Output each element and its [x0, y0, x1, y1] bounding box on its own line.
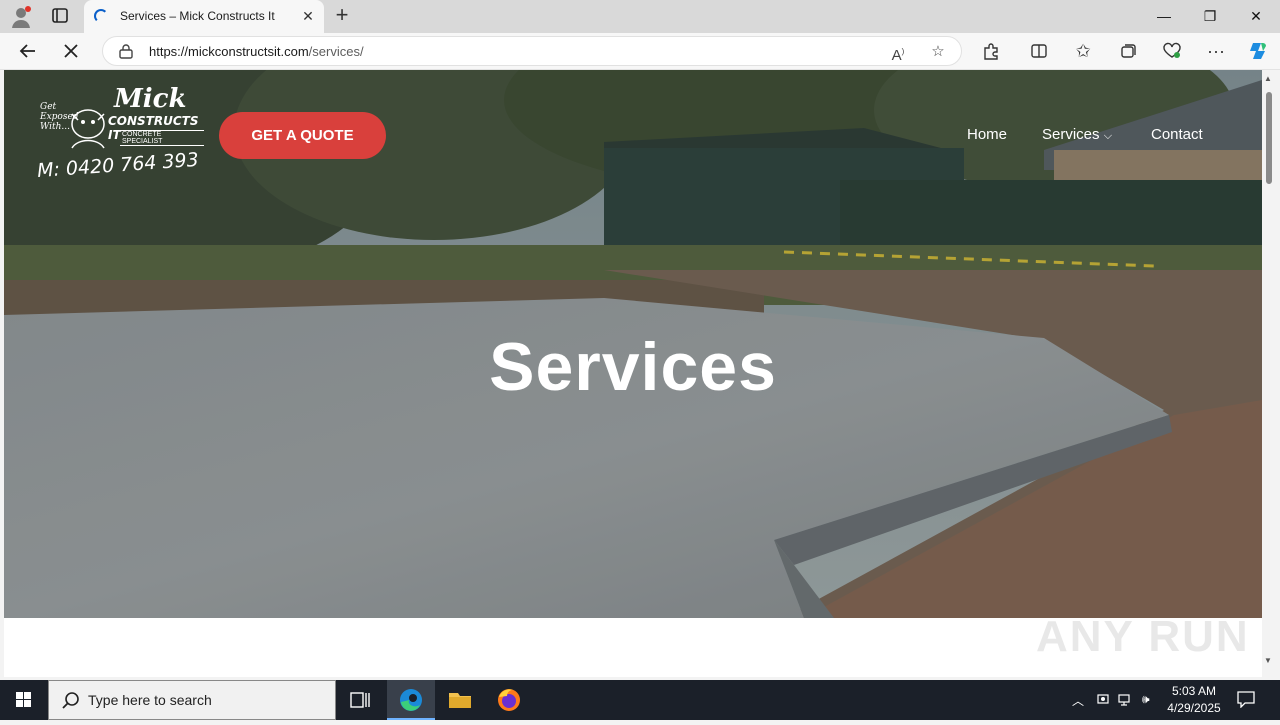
page-scrollbar[interactable]: ▲ ▼ [1262, 70, 1276, 677]
page-title: Services [489, 329, 777, 405]
logo-specialist: CONCRETE SPECIALIST [120, 130, 204, 146]
minimize-button[interactable]: — [1141, 0, 1187, 33]
close-tab-icon[interactable]: ✕ [300, 8, 316, 25]
back-button[interactable] [13, 37, 43, 65]
taskbar-search[interactable]: Type here to search [48, 680, 336, 720]
windows-start-button[interactable] [0, 680, 48, 720]
tab-actions-icon[interactable] [46, 4, 74, 28]
firefox-icon[interactable] [485, 680, 533, 720]
notifications-icon[interactable] [1236, 690, 1256, 709]
url-text[interactable]: https://mickconstructsit.com/services/ [149, 44, 364, 59]
edge-taskbar-icon[interactable] [387, 680, 435, 720]
chevron-down-icon: ⌵ [1103, 130, 1113, 142]
settings-more-icon[interactable]: ··· [1201, 37, 1231, 65]
search-placeholder: Type here to search [88, 692, 212, 708]
restore-button[interactable]: ❐ [1187, 0, 1233, 33]
taskbar: Type here to search ︿ 🕪 5:03 AM 4/29/202… [0, 680, 1280, 720]
watermark: ANY RUN [1036, 612, 1250, 661]
site-logo[interactable]: Get Exposed With... Mick CONSTRUCTS IT C… [36, 84, 204, 188]
stop-loading-button[interactable] [56, 37, 86, 65]
hero-section: Get Exposed With... Mick CONSTRUCTS IT C… [4, 70, 1262, 618]
favorites-icon[interactable]: ✩ [1068, 37, 1098, 65]
close-window-button[interactable]: ✕ [1233, 0, 1279, 33]
nav-contact[interactable]: Contact [1151, 126, 1203, 143]
clock-time: 5:03 AM [1171, 684, 1217, 698]
new-tab-button[interactable]: + [331, 4, 353, 26]
read-aloud-icon[interactable]: A) [887, 41, 909, 64]
extensions-icon[interactable] [976, 37, 1006, 65]
search-icon [62, 692, 79, 709]
address-bar[interactable]: https://mickconstructsit.com/services/ A… [102, 36, 962, 66]
clock-date: 4/29/2025 [1167, 701, 1221, 715]
tab-strip: Services – Mick Constructs It ✕ + — ❐ ✕ [0, 0, 1280, 33]
lock-icon[interactable] [119, 43, 133, 59]
get-a-quote-button[interactable]: GET A QUOTE [219, 112, 386, 159]
collections-icon[interactable] [1113, 37, 1143, 65]
meet-now-icon[interactable] [1096, 692, 1110, 709]
network-icon[interactable] [1118, 692, 1134, 709]
page-viewport: Get Exposed With... Mick CONSTRUCTS IT C… [4, 70, 1262, 677]
nav-services[interactable]: Services ⌵ [1042, 126, 1112, 143]
system-clock[interactable]: 5:03 AM 4/29/2025 [1158, 683, 1230, 717]
active-tab[interactable]: Services – Mick Constructs It ✕ [84, 0, 324, 33]
copilot-icon[interactable] [1243, 37, 1273, 65]
profile-icon[interactable] [8, 4, 34, 30]
file-explorer-icon[interactable] [436, 680, 484, 720]
browser-essentials-icon[interactable] [1157, 37, 1187, 65]
tab-title: Services – Mick Constructs It [120, 9, 275, 23]
browser-toolbar: https://mickconstructsit.com/services/ A… [0, 33, 1280, 70]
loading-spinner-icon [94, 9, 108, 23]
logo-name: Mick [114, 84, 187, 114]
split-screen-icon[interactable] [1024, 37, 1054, 65]
nav-home[interactable]: Home [967, 126, 1007, 143]
url-host: https://mickconstructsit.com [149, 44, 309, 59]
task-view-icon[interactable] [336, 680, 384, 720]
nav-services-label: Services [1042, 126, 1100, 143]
volume-icon[interactable]: 🕪 [1142, 692, 1150, 707]
scroll-up-icon[interactable]: ▲ [1264, 74, 1272, 83]
url-path: /services/ [308, 44, 364, 59]
show-hidden-icons[interactable]: ︿ [1072, 692, 1084, 709]
scroll-thumb[interactable] [1266, 92, 1272, 184]
favorite-star-icon[interactable]: ☆ [927, 41, 949, 63]
scroll-down-icon[interactable]: ▼ [1264, 656, 1272, 665]
